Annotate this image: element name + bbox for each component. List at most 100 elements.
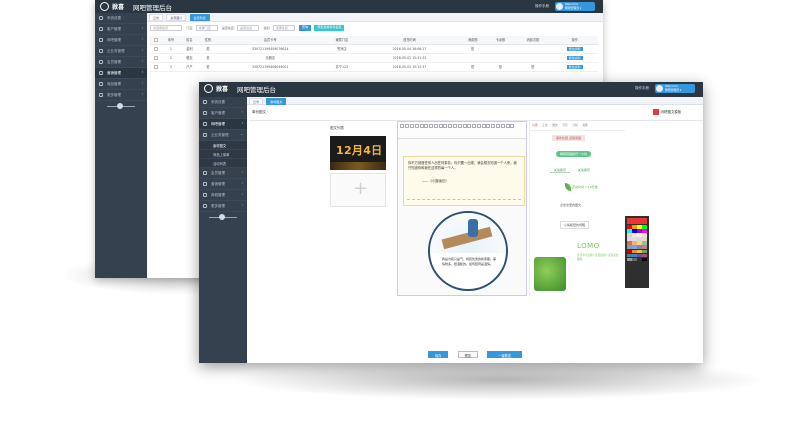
style-sample-leaf[interactable]: 活动时间 7.10开始 xyxy=(565,183,598,191)
tab-images[interactable]: 资源图片 xyxy=(166,14,187,21)
tab-articles[interactable]: 素材图文 xyxy=(266,98,287,105)
toolbar-icon[interactable] xyxy=(452,124,457,128)
edit-button[interactable]: 修改资料 xyxy=(566,55,583,60)
toolbar-icon[interactable] xyxy=(500,124,505,128)
sidebar-item-cafes[interactable]: 网吧管理 ‹ xyxy=(95,35,147,46)
sidebar-item-system[interactable]: 系统设置 xyxy=(199,97,247,108)
tab-member-list[interactable]: 会员列表 xyxy=(189,14,210,21)
toolbar-icon[interactable] xyxy=(448,124,453,128)
style-tab-body[interactable]: 正文 xyxy=(540,123,550,127)
edit-button[interactable]: 修改资料 xyxy=(566,64,583,69)
toolbar-icon[interactable] xyxy=(424,124,429,128)
color-swatch[interactable] xyxy=(632,229,637,233)
toolbar-icon[interactable] xyxy=(462,124,467,128)
sidebar-item-marketing[interactable]: 营销管理 ‹ xyxy=(199,179,247,190)
color-swatch[interactable] xyxy=(642,249,648,254)
sidebar-item-members[interactable]: 会员管理 ‹ xyxy=(95,57,147,68)
select-all-checkbox[interactable] xyxy=(153,37,158,42)
circle-illustration[interactable]: 我是为和只是气，特别优秀的新家都。事情较多，很温暖的。如何结局是温情。 xyxy=(428,211,508,291)
toolbar-icon[interactable] xyxy=(443,124,448,128)
export-button[interactable]: 导出当前条件会员 xyxy=(314,25,345,31)
rich-text-editor[interactable]: 你不方到做任何人出任何事情。你只要一出现，我会想去知道一个人来，我只知道你和我在… xyxy=(397,121,527,296)
toolbar-icon[interactable] xyxy=(429,124,434,128)
color-swatch[interactable] xyxy=(642,257,648,262)
template-button[interactable]: 网吧图文模板 xyxy=(653,109,681,115)
gender-select[interactable]: 选择性别 xyxy=(272,25,295,31)
color-swatch[interactable] xyxy=(627,229,632,233)
row-checkbox[interactable] xyxy=(153,55,158,60)
color-swatch[interactable] xyxy=(627,225,632,229)
cover-card-selected[interactable]: 12月4日 xyxy=(330,136,386,170)
sidebar-item-mall[interactable]: 商城管理 ‹ xyxy=(199,190,247,201)
save-button[interactable]: 保存 xyxy=(427,351,449,358)
toolbar-icon[interactable] xyxy=(400,124,405,128)
member-search-input[interactable]: 请选择会员 xyxy=(150,25,182,31)
color-swatch[interactable] xyxy=(642,229,648,233)
plant-image[interactable] xyxy=(534,257,566,291)
toolbar-icon[interactable] xyxy=(419,124,424,128)
color-swatch[interactable] xyxy=(632,257,637,262)
color-swatch[interactable] xyxy=(642,233,648,237)
style-sample-box[interactable]: 心情暖阳的闲暇 xyxy=(560,221,590,229)
user-menu[interactable]: Welcome 网吧管理员 ▾ xyxy=(655,84,695,93)
toolbar-icon[interactable] xyxy=(481,124,486,128)
toolbar-icon[interactable] xyxy=(476,124,481,128)
color-swatch[interactable] xyxy=(627,233,632,237)
color-swatch[interactable] xyxy=(637,245,642,249)
sidebar-item-customers[interactable]: 客户管理 ‹ xyxy=(199,108,247,119)
color-swatch[interactable] xyxy=(627,253,632,258)
sidebar-item-marketing[interactable]: 营销管理 ‹ xyxy=(95,68,147,79)
style-tab-divider[interactable]: 分割 xyxy=(570,123,580,127)
color-swatch[interactable] xyxy=(642,245,648,249)
sidebar-item-more[interactable]: 更多管理 ‹ xyxy=(95,90,147,101)
toolbar-icon[interactable] xyxy=(472,124,477,128)
sidebar-subitem-articles[interactable]: 素材图文 xyxy=(199,141,247,150)
search-button[interactable]: 查询 xyxy=(299,25,312,31)
toolbar-icon[interactable] xyxy=(433,124,438,128)
color-palette[interactable] xyxy=(625,216,649,288)
color-swatch[interactable] xyxy=(632,253,637,258)
mass-send-button[interactable]: 一键群发 xyxy=(487,351,523,358)
toolbar-icon[interactable] xyxy=(486,124,491,128)
style-sample-green-pill[interactable]: 网吧营销技巧一小时 xyxy=(556,151,592,157)
row-checkbox[interactable] xyxy=(153,64,158,69)
color-swatch[interactable] xyxy=(632,225,637,229)
color-swatch[interactable] xyxy=(627,241,632,245)
sidebar-item-more[interactable]: 更多管理 ‹ xyxy=(199,201,247,212)
sidebar-toggle[interactable] xyxy=(107,103,135,109)
user-menu[interactable]: Welcome 网吧管理员 ▾ xyxy=(555,2,595,11)
color-swatch[interactable] xyxy=(632,241,637,245)
toolbar-icon[interactable] xyxy=(467,124,472,128)
add-cover-button[interactable]: + xyxy=(330,173,386,207)
toolbar-icon[interactable] xyxy=(505,124,510,128)
color-swatch[interactable] xyxy=(627,249,632,254)
toolbar-icon[interactable] xyxy=(457,124,462,128)
color-swatch[interactable] xyxy=(642,241,648,245)
style-tab-guide[interactable]: 引导 xyxy=(560,123,570,127)
tab-home[interactable]: 云市 xyxy=(249,98,264,105)
sidebar-subitem-goods-shelf[interactable]: 商品上架单 xyxy=(199,150,247,159)
toolbar-icon[interactable] xyxy=(409,124,414,128)
in-store-select[interactable]: 是否在店 xyxy=(237,25,260,31)
style-tab-other[interactable]: 其他 xyxy=(580,123,590,127)
help-link[interactable]: 操作手册 xyxy=(535,4,549,9)
style-sample-click[interactable]: 点击这里的图文 xyxy=(560,203,581,207)
sidebar-item-cafes[interactable]: 网吧管理 ‹ xyxy=(199,119,247,130)
color-swatch[interactable] xyxy=(627,257,632,262)
color-swatch[interactable] xyxy=(642,237,648,241)
style-tab-title[interactable]: 标题 xyxy=(530,123,540,127)
color-swatch[interactable] xyxy=(632,249,637,254)
color-swatch[interactable] xyxy=(642,253,648,258)
help-link[interactable]: 操作手册 xyxy=(635,86,649,91)
quote-block[interactable]: 你不方到做任何人出任何事情。你只要一出现，我会想去知道一个人来，我只知道你和我在… xyxy=(403,156,525,206)
color-swatch[interactable] xyxy=(637,233,642,237)
style-tab-image[interactable]: 图文 xyxy=(550,123,560,127)
color-swatch[interactable] xyxy=(637,225,642,229)
color-swatch[interactable] xyxy=(637,229,642,233)
row-checkbox[interactable] xyxy=(153,46,158,51)
sidebar-item-goods[interactable]: 商品管理 ‹ xyxy=(95,79,147,90)
sidebar-item-system[interactable]: 系统设置 xyxy=(95,13,147,24)
preview-button[interactable]: 预览 xyxy=(457,351,478,358)
style-sample-follow-a[interactable]: 关注我们 xyxy=(550,168,571,173)
style-sample-follow-b[interactable]: 关注我们 xyxy=(578,168,590,172)
